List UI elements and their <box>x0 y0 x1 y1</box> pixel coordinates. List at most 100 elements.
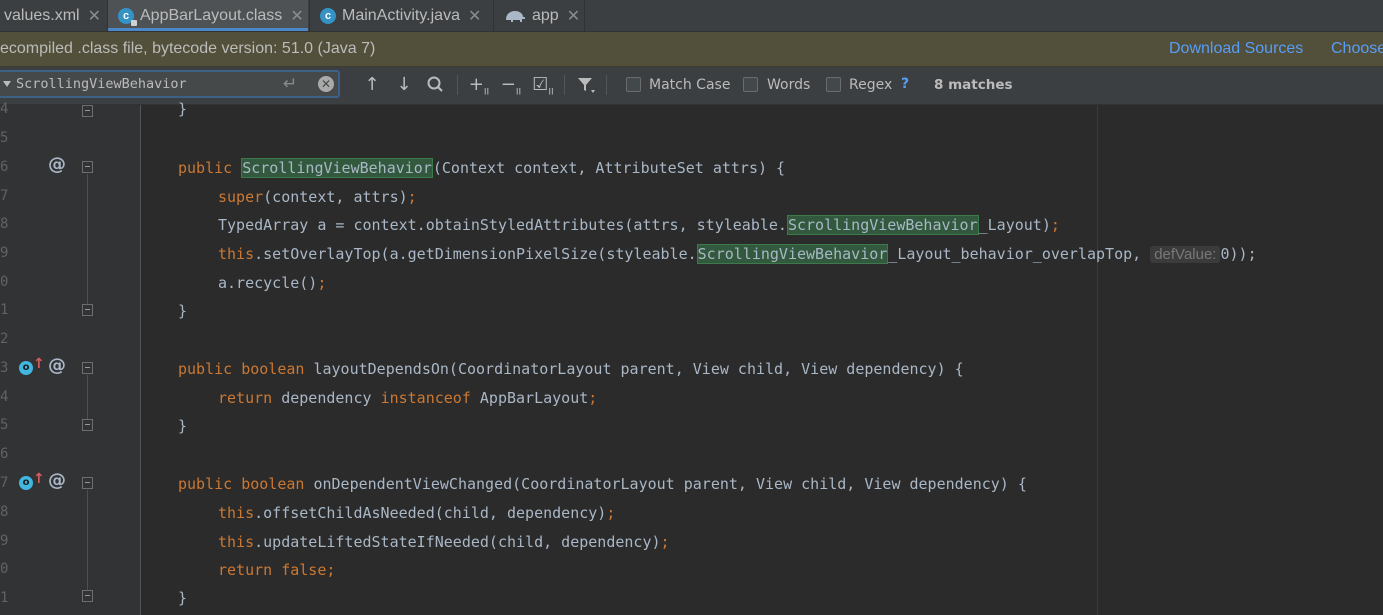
line-number: 4 <box>0 389 9 405</box>
code-line[interactable]: this.setOverlayTop(a.getDimensionPixelSi… <box>218 240 1257 269</box>
annotation-at-icon[interactable]: @ <box>48 154 66 175</box>
unselect-occurrence-icon[interactable]: −II <box>498 73 524 98</box>
code-line[interactable]: } <box>178 584 187 613</box>
keyword: public <box>178 475 233 493</box>
code-line[interactable]: this.updateLiftedStateIfNeeded(child, de… <box>218 528 670 557</box>
add-selection-next-occurrence-icon[interactable]: +II <box>466 73 492 98</box>
regex-help-link[interactable]: ? <box>901 76 909 92</box>
search-history-dropdown-icon[interactable] <box>3 81 11 87</box>
line-number: 7 <box>0 188 9 204</box>
line-number: 8 <box>0 504 9 520</box>
parameter-hint: defValue: <box>1150 246 1221 263</box>
line-number: 9 <box>0 533 9 549</box>
code-line[interactable]: public ScrollingViewBehavior(Context con… <box>178 154 785 183</box>
code-line[interactable]: return dependency instanceof AppBarLayou… <box>218 384 597 413</box>
code-text: _Layout) <box>978 216 1051 234</box>
fold-end-marker[interactable] <box>82 304 93 316</box>
code-text: _Layout_behavior_overlapTop, <box>888 245 1151 263</box>
code-line[interactable]: public boolean layoutDependsOn(Coordinat… <box>178 355 964 384</box>
line-number: 1 <box>0 302 9 318</box>
tab-divider <box>584 0 585 31</box>
overrides-method-icon[interactable]: o <box>19 361 33 375</box>
code-line[interactable]: a.recycle(); <box>218 269 326 298</box>
toolbar-separator <box>457 75 458 95</box>
close-icon[interactable]: ✕ <box>468 6 481 26</box>
search-input[interactable] <box>16 74 271 94</box>
fold-end-marker[interactable] <box>82 590 93 602</box>
line-number: 8 <box>0 216 9 232</box>
tab-appbarlayout-class[interactable]: c AppBarLayout.class ✕ <box>108 0 308 31</box>
overrides-method-icon[interactable]: o <box>19 476 33 490</box>
line-number: 1 <box>0 590 9 606</box>
keyword: boolean <box>241 360 305 378</box>
code-text: .setOverlayTop(a.getDimensionPixelSize(s… <box>254 245 697 263</box>
filter-search-results-icon[interactable] <box>574 73 598 97</box>
choose-sources-link[interactable]: Choose <box>1331 40 1383 58</box>
download-sources-link[interactable]: Download Sources <box>1169 40 1303 58</box>
find-all-magnifier-icon[interactable] <box>424 73 448 97</box>
annotation-at-icon[interactable]: @ <box>48 355 66 376</box>
code-line[interactable]: super(context, attrs); <box>218 183 417 212</box>
editor-gutter <box>0 105 140 615</box>
code-line[interactable]: public boolean onDependentViewChanged(Co… <box>178 470 1027 499</box>
code-text: dependency <box>281 389 372 407</box>
code-line[interactable]: } <box>178 297 187 326</box>
semicolon: ; <box>660 533 670 551</box>
keyword: super <box>218 188 264 206</box>
fold-guide <box>87 375 88 419</box>
code-text: (Context context, AttributeSet attrs) { <box>432 159 786 177</box>
right-margin-guide <box>1097 105 1098 615</box>
fold-start-marker[interactable] <box>82 161 93 173</box>
code-text: TypedArray a = context.obtainStyledAttri… <box>218 216 787 234</box>
line-number: 7 <box>0 475 9 491</box>
keyword: this <box>218 504 255 522</box>
line-number: 9 <box>0 245 9 261</box>
tab-app[interactable]: app ✕ <box>504 0 580 31</box>
tab-values-xml[interactable]: values.xml ✕ <box>4 0 101 31</box>
class-file-icon: c <box>118 7 137 26</box>
annotation-at-icon[interactable]: @ <box>48 470 66 491</box>
regex-label[interactable]: Regex <box>849 77 892 93</box>
search-field: ↵ ✕ <box>0 70 340 98</box>
code-line[interactable]: } <box>178 412 187 441</box>
fold-start-marker[interactable] <box>82 362 93 374</box>
code-line[interactable]: this.offsetChildAsNeeded(child, dependen… <box>218 499 615 528</box>
overrides-up-arrow-icon[interactable]: ↑ <box>33 356 45 372</box>
fold-start-marker[interactable] <box>82 477 93 489</box>
match-case-checkbox[interactable] <box>626 77 641 92</box>
select-all-occurrences-icon[interactable]: ☑II <box>530 73 556 98</box>
toolbar-separator <box>606 75 607 95</box>
previous-occurrence-up-arrow-icon[interactable]: ↑ <box>362 73 382 97</box>
words-checkbox[interactable] <box>743 77 758 92</box>
code-line[interactable]: TypedArray a = context.obtainStyledAttri… <box>218 211 1060 240</box>
code-line[interactable]: } <box>178 95 187 124</box>
next-occurrence-down-arrow-icon[interactable]: ↓ <box>394 73 414 97</box>
line-number: 4 <box>0 101 9 117</box>
close-icon[interactable]: ✕ <box>88 6 101 26</box>
code-line[interactable]: return false; <box>218 556 335 585</box>
match-case-label[interactable]: Match Case <box>649 77 730 93</box>
close-icon[interactable]: ✕ <box>290 6 303 26</box>
code-text: 0)); <box>1220 245 1257 263</box>
regex-checkbox[interactable] <box>826 77 841 92</box>
keyword: public <box>178 360 233 378</box>
keyword: this <box>218 533 255 551</box>
overrides-up-arrow-icon[interactable]: ↑ <box>33 471 45 487</box>
code-text: a.recycle() <box>218 274 318 292</box>
semicolon: ; <box>606 504 616 522</box>
tab-mainactivity-java[interactable]: c MainActivity.java ✕ <box>320 0 481 31</box>
fold-end-marker[interactable] <box>82 419 93 431</box>
keyword: public <box>178 159 233 177</box>
decompiled-notice-banner: ecompiled .class file, bytecode version:… <box>0 32 1383 67</box>
words-label[interactable]: Words <box>767 77 810 93</box>
keyword: return <box>218 561 273 579</box>
tab-label: MainActivity.java <box>342 6 460 24</box>
line-number: 5 <box>0 130 9 146</box>
clear-search-icon[interactable]: ✕ <box>318 76 334 92</box>
semicolon: ; <box>326 561 336 579</box>
line-number: 0 <box>0 561 9 577</box>
fold-end-marker[interactable] <box>82 105 93 117</box>
closing-brace: } <box>178 302 188 320</box>
closing-brace: } <box>178 417 188 435</box>
close-icon[interactable]: ✕ <box>567 6 580 26</box>
